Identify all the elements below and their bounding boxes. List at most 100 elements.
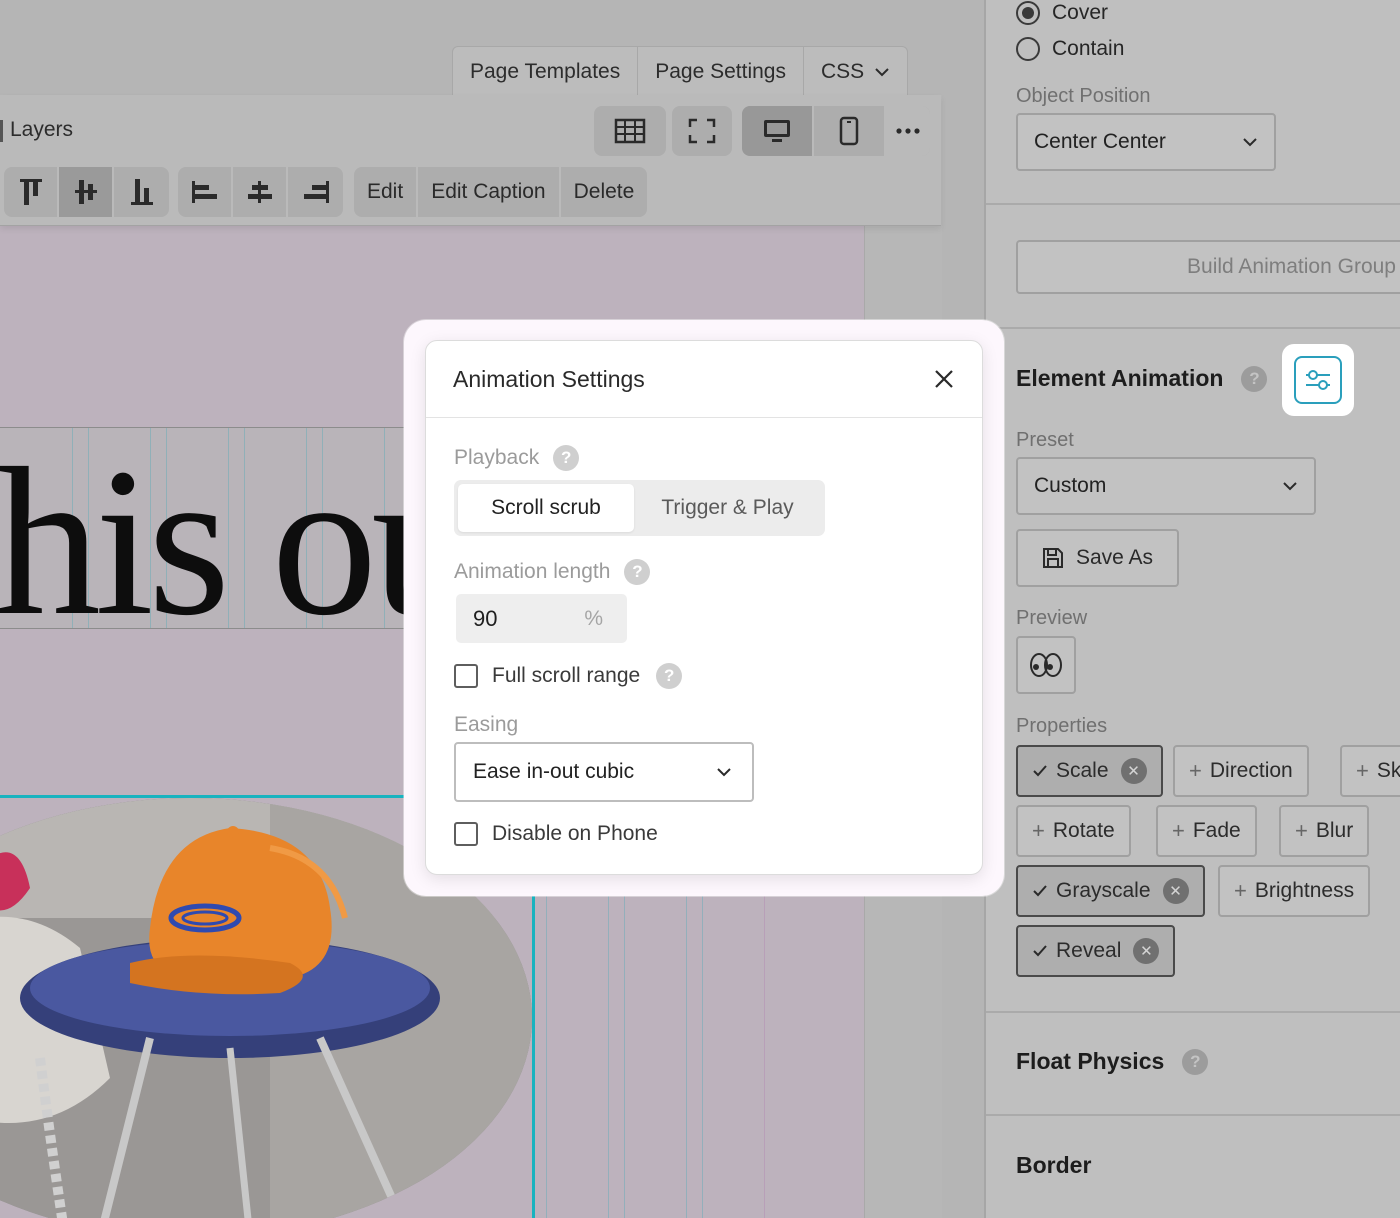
column-guide — [764, 876, 765, 1218]
save-as-button[interactable]: Save As — [1016, 529, 1179, 587]
eyes-icon — [1030, 653, 1062, 677]
edit-caption-button[interactable]: Edit Caption — [418, 167, 561, 217]
chip-label: Grayscale — [1056, 879, 1151, 902]
phone-view-button[interactable] — [814, 106, 886, 156]
object-position-select[interactable]: Center Center — [1016, 113, 1276, 171]
checkbox-label: Full scroll range — [492, 664, 641, 687]
close-icon[interactable] — [934, 369, 954, 389]
align-right-button[interactable] — [288, 167, 343, 217]
desktop-view-button[interactable] — [742, 106, 814, 156]
fit-option-contain[interactable]: Contain — [1016, 37, 1124, 61]
edit-actions-group: Edit Edit Caption Delete — [354, 167, 648, 217]
playback-option-trigger-play[interactable]: Trigger & Play — [634, 484, 821, 532]
align-middle-button[interactable] — [59, 167, 114, 217]
help-icon[interactable]: ? — [553, 445, 580, 471]
fullscreen-button[interactable] — [672, 106, 732, 156]
align-top-button[interactable] — [4, 167, 59, 217]
help-icon[interactable]: ? — [624, 559, 651, 585]
section-title-text: Float Physics — [1016, 1048, 1165, 1074]
align-bottom-button[interactable] — [114, 167, 169, 217]
horizontal-align-group — [178, 167, 343, 217]
animation-length-input[interactable]: 90 % — [456, 594, 627, 643]
property-chip-rotate[interactable]: + Rotate — [1016, 805, 1131, 857]
remove-icon[interactable]: ✕ — [1120, 758, 1147, 784]
element-animation-title: Element Animation ? — [1016, 365, 1268, 392]
property-chip-fade[interactable]: + Fade — [1156, 805, 1257, 857]
fit-option-cover[interactable]: Cover — [1016, 1, 1108, 25]
full-scroll-checkbox[interactable] — [454, 664, 478, 688]
full-scroll-range-row[interactable]: Full scroll range ? — [454, 663, 683, 689]
help-icon[interactable]: ? — [1241, 365, 1268, 392]
radio-selected[interactable] — [1016, 1, 1040, 25]
property-chip-blur[interactable]: + Blur — [1279, 805, 1370, 857]
remove-icon[interactable]: ✕ — [1133, 938, 1160, 964]
animation-settings-button[interactable] — [1282, 344, 1354, 416]
chevron-down-icon — [1243, 138, 1257, 147]
layers-label[interactable]: Layers — [10, 118, 73, 142]
property-chip-grayscale[interactable]: Grayscale ✕ — [1016, 865, 1205, 917]
preview-button[interactable] — [1016, 636, 1076, 694]
help-icon[interactable]: ? — [1182, 1048, 1209, 1075]
tab-page-templates[interactable]: Page Templates — [453, 47, 639, 96]
plus-icon: + — [1356, 758, 1369, 783]
align-bottom-icon — [130, 179, 153, 205]
object-position-label: Object Position — [1016, 85, 1151, 107]
tab-label: CSS — [820, 59, 865, 83]
preview-label: Preview — [1016, 607, 1088, 629]
grid-view-button[interactable] — [594, 106, 666, 156]
easing-select[interactable]: Ease in-out cubic — [454, 742, 754, 802]
disable-phone-checkbox[interactable] — [454, 822, 478, 846]
align-center-button[interactable] — [233, 167, 288, 217]
align-top-icon — [19, 179, 42, 205]
label-text: Easing — [454, 713, 519, 736]
button-label: Build Animation Group — [1187, 255, 1396, 278]
tab-css[interactable]: CSS — [804, 47, 907, 96]
property-chip-scale[interactable]: Scale ✕ — [1016, 745, 1163, 797]
more-options-button[interactable] — [886, 106, 930, 156]
plus-icon: + — [1189, 758, 1202, 783]
property-chip-direction[interactable]: + Direction — [1173, 745, 1309, 797]
disable-on-phone-row[interactable]: Disable on Phone — [454, 822, 658, 846]
page-tabs: Page Templates Page Settings CSS — [452, 46, 909, 96]
chevron-down-icon — [717, 768, 731, 777]
select-value: Center Center — [1034, 130, 1166, 153]
checkbox-label: Disable on Phone — [492, 822, 658, 845]
chip-label: Sk — [1376, 759, 1400, 782]
animation-length-label: Animation length ? — [454, 559, 651, 585]
column-guide — [624, 876, 625, 1218]
edit-button[interactable]: Edit — [354, 167, 419, 217]
section-title-text: Element Animation — [1016, 365, 1224, 391]
property-chip-skew[interactable]: + Sk — [1340, 745, 1400, 797]
chip-label: Direction — [1209, 759, 1293, 782]
section-divider — [986, 203, 1400, 205]
delete-button[interactable]: Delete — [561, 167, 648, 217]
property-chip-brightness[interactable]: + Brightness — [1218, 865, 1371, 917]
build-animation-group-button[interactable]: Build Animation Group — [1016, 240, 1400, 294]
playback-segmented-control: Scroll scrub Trigger & Play — [454, 480, 825, 536]
heading-element[interactable]: this out — [0, 427, 430, 629]
preset-label: Preset — [1016, 429, 1074, 451]
section-divider — [986, 327, 1400, 329]
easing-label: Easing — [454, 713, 518, 737]
border-title[interactable]: Border — [1016, 1152, 1091, 1179]
check-icon — [1033, 945, 1047, 957]
tab-page-settings[interactable]: Page Settings — [638, 47, 804, 96]
chip-label: Scale — [1056, 759, 1109, 782]
help-icon[interactable]: ? — [656, 663, 683, 689]
property-chip-reveal[interactable]: Reveal ✕ — [1016, 925, 1176, 977]
plus-icon: + — [1172, 818, 1185, 843]
phone-icon — [839, 116, 859, 146]
float-physics-title[interactable]: Float Physics ? — [1016, 1048, 1209, 1075]
layers-icon[interactable] — [0, 120, 3, 142]
vertical-align-group — [4, 167, 169, 217]
column-guide — [608, 876, 609, 1218]
preset-select[interactable]: Custom — [1016, 457, 1316, 515]
column-guide — [546, 876, 547, 1218]
playback-option-scroll-scrub[interactable]: Scroll scrub — [458, 484, 634, 532]
properties-label: Properties — [1016, 715, 1108, 737]
radio-unselected[interactable] — [1016, 37, 1040, 61]
remove-icon[interactable]: ✕ — [1162, 878, 1189, 904]
select-value: Custom — [1034, 474, 1107, 497]
more-dots-icon — [896, 128, 920, 134]
align-left-button[interactable] — [178, 167, 233, 217]
